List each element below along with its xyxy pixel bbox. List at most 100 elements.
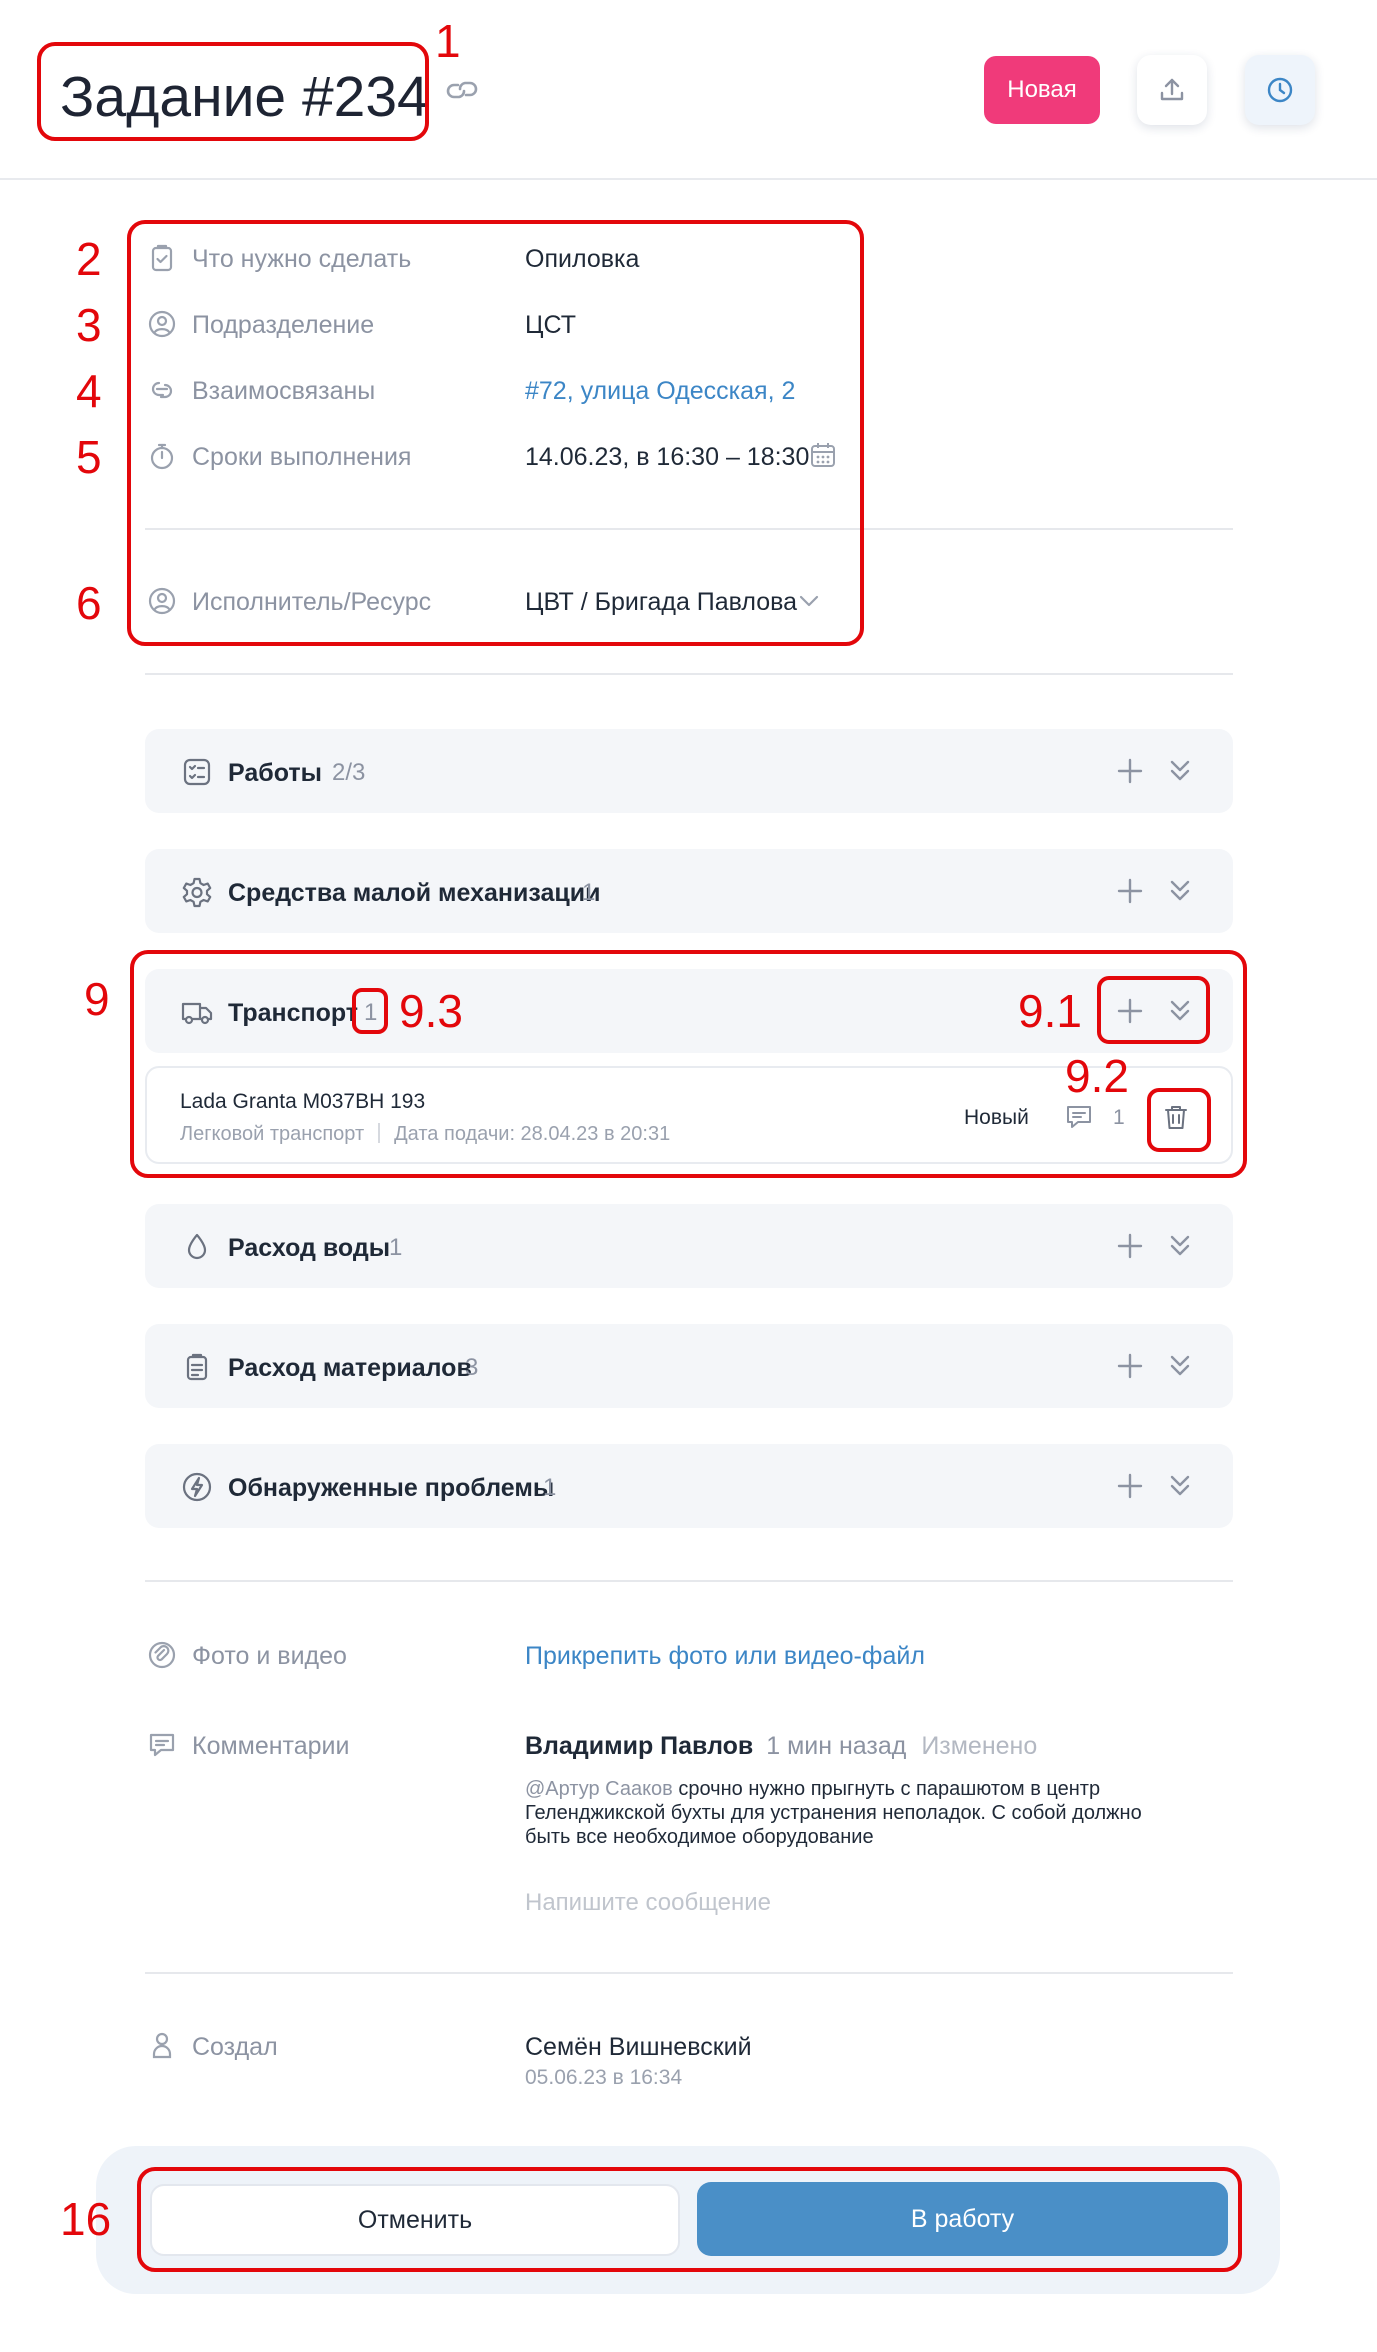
vehicle-comment-count: 1 bbox=[1113, 1106, 1125, 1129]
chevron-double-down-icon[interactable] bbox=[1164, 755, 1196, 787]
add-icon[interactable] bbox=[1114, 875, 1146, 907]
annotation-box-2-6 bbox=[127, 220, 864, 646]
user-circle-icon bbox=[148, 310, 176, 338]
annotation-number-6: 6 bbox=[76, 577, 102, 629]
section-works-count: 2/3 bbox=[332, 759, 366, 786]
executor-label: Исполнитель/Ресурс bbox=[192, 588, 432, 616]
comment-line: Геленджикской бухты для устранения непол… bbox=[525, 1802, 1142, 1824]
attach-media-link[interactable]: Прикрепить фото или видео-файл bbox=[525, 1642, 925, 1671]
comment-header: Владимир Павлов 1 мин назад Изменено bbox=[525, 1732, 1037, 1761]
comment-time: 1 мин назад bbox=[766, 1732, 907, 1760]
add-icon[interactable] bbox=[1114, 1470, 1146, 1502]
vehicle-type: Легковой транспорт bbox=[180, 1123, 365, 1145]
comments-label: Комментарии bbox=[192, 1732, 350, 1760]
checklist-icon bbox=[183, 758, 211, 786]
message-input[interactable]: Напишите сообщение bbox=[525, 1889, 771, 1917]
department-label: Подразделение bbox=[192, 311, 375, 339]
comment-edited: Изменено bbox=[921, 1732, 1038, 1760]
stopwatch-icon bbox=[150, 443, 174, 470]
add-icon[interactable] bbox=[1114, 1230, 1146, 1262]
annotation-number-5: 5 bbox=[76, 431, 102, 483]
info-divider bbox=[145, 528, 1233, 530]
add-icon[interactable] bbox=[1114, 755, 1146, 787]
media-label: Фото и видео bbox=[192, 1642, 347, 1670]
annotation-number-2: 2 bbox=[76, 233, 102, 285]
creator-name: Семён Вишневский bbox=[525, 2033, 752, 2061]
section-mechanization-title: Средства малой механизации bbox=[228, 879, 601, 907]
deadline-value: 14.06.23, в 16:30 – 18:30 bbox=[525, 443, 810, 471]
annotation-number-9: 9 bbox=[84, 973, 110, 1025]
meta-separator bbox=[378, 1123, 381, 1143]
drop-icon bbox=[187, 1233, 207, 1260]
created-date: 05.06.23 в 16:34 bbox=[525, 2066, 683, 2089]
executor-select[interactable]: ЦВТ / Бригада Павлова bbox=[525, 588, 797, 617]
chevron-double-down-icon[interactable] bbox=[1164, 1350, 1196, 1382]
department-value: ЦСТ bbox=[525, 311, 576, 339]
section-materials[interactable]: Расход материалов 3 bbox=[145, 1324, 1233, 1408]
calendar-icon[interactable] bbox=[808, 440, 838, 470]
sections-divider bbox=[145, 1580, 1233, 1582]
clipboard-icon bbox=[186, 1353, 208, 1381]
annotation-number-9-2: 9.2 bbox=[1065, 1050, 1129, 1102]
header-divider bbox=[0, 178, 1377, 180]
related-label: Взаимосвязаны bbox=[192, 377, 376, 405]
section-problems-title: Обнаруженные проблемы bbox=[228, 1474, 555, 1502]
chevron-double-down-icon[interactable] bbox=[1164, 1470, 1196, 1502]
comment-author: Владимир Павлов bbox=[525, 1732, 754, 1760]
cancel-button[interactable]: Отменить bbox=[150, 2184, 680, 2256]
add-icon[interactable] bbox=[1114, 1350, 1146, 1382]
task-value: Опиловка bbox=[525, 245, 640, 273]
section-water[interactable]: Расход воды 1 bbox=[145, 1204, 1233, 1288]
comment-mention[interactable]: @Артур Сааков bbox=[525, 1778, 673, 1800]
vehicle-status: Новый bbox=[964, 1106, 1029, 1129]
attachment-icon bbox=[148, 1641, 176, 1669]
chevron-double-down-icon[interactable] bbox=[1164, 1230, 1196, 1262]
upload-button[interactable] bbox=[1137, 55, 1207, 125]
annotation-number-16: 16 bbox=[60, 2193, 112, 2245]
start-work-button[interactable]: В работу bbox=[697, 2182, 1228, 2256]
upload-icon bbox=[1160, 78, 1184, 101]
truck-icon bbox=[181, 1002, 213, 1025]
annotation-number-3: 3 bbox=[76, 299, 102, 351]
section-mechanization-count: 1 bbox=[582, 879, 596, 906]
section-problems-count: 1 bbox=[543, 1474, 557, 1501]
history-button[interactable] bbox=[1245, 55, 1315, 125]
page-title: Задание #234 bbox=[60, 65, 429, 129]
annotation-number-9-1: 9.1 bbox=[1018, 985, 1082, 1037]
clipboard-check-icon bbox=[151, 244, 173, 272]
annotation-number-1: 1 bbox=[435, 15, 461, 67]
related-link[interactable]: #72, улица Одесская, 2 bbox=[525, 377, 795, 406]
link-icon bbox=[151, 381, 173, 399]
comments-divider bbox=[145, 1972, 1233, 1974]
clock-icon bbox=[1267, 77, 1293, 103]
chevron-double-down-icon[interactable] bbox=[1164, 995, 1196, 1027]
section-water-count: 1 bbox=[389, 1234, 403, 1261]
info-bottom-divider bbox=[145, 673, 1233, 675]
add-icon[interactable] bbox=[1114, 995, 1146, 1027]
vehicle-date: Дата подачи: 28.04.23 в 20:31 bbox=[394, 1123, 671, 1145]
section-materials-count: 3 bbox=[465, 1354, 479, 1381]
status-badge[interactable]: Новая bbox=[984, 56, 1100, 124]
task-label: Что нужно сделать bbox=[192, 245, 412, 273]
section-works[interactable]: Работы 2/3 bbox=[145, 729, 1233, 813]
section-transport-count: 1 bbox=[364, 999, 378, 1026]
user-icon bbox=[152, 2032, 172, 2059]
deadline-label: Сроки выполнения bbox=[192, 443, 412, 471]
section-water-title: Расход воды bbox=[228, 1234, 391, 1262]
user-circle-icon bbox=[148, 587, 176, 615]
comment-line: быть все необходимое оборудование bbox=[525, 1826, 874, 1848]
created-label: Создал bbox=[192, 2033, 278, 2061]
comment-icon bbox=[149, 1733, 175, 1757]
comment-text: @Артур Сааков срочно нужно прыгнуть с па… bbox=[525, 1777, 1245, 1849]
link-icon[interactable] bbox=[444, 76, 480, 104]
gear-icon bbox=[182, 877, 212, 908]
vehicle-name: Lada Granta М037ВН 193 bbox=[180, 1090, 426, 1113]
section-problems[interactable]: Обнаруженные проблемы 1 bbox=[145, 1444, 1233, 1528]
comment-line: срочно нужно прыгнуть с парашютом в цент… bbox=[672, 1778, 1101, 1800]
section-mechanization[interactable]: Средства малой механизации 1 bbox=[145, 849, 1233, 933]
section-materials-title: Расход материалов bbox=[228, 1354, 472, 1382]
chevron-down-icon[interactable] bbox=[797, 592, 821, 610]
comment-icon[interactable] bbox=[1064, 1103, 1094, 1131]
chevron-double-down-icon[interactable] bbox=[1164, 875, 1196, 907]
trash-icon[interactable] bbox=[1161, 1102, 1191, 1132]
